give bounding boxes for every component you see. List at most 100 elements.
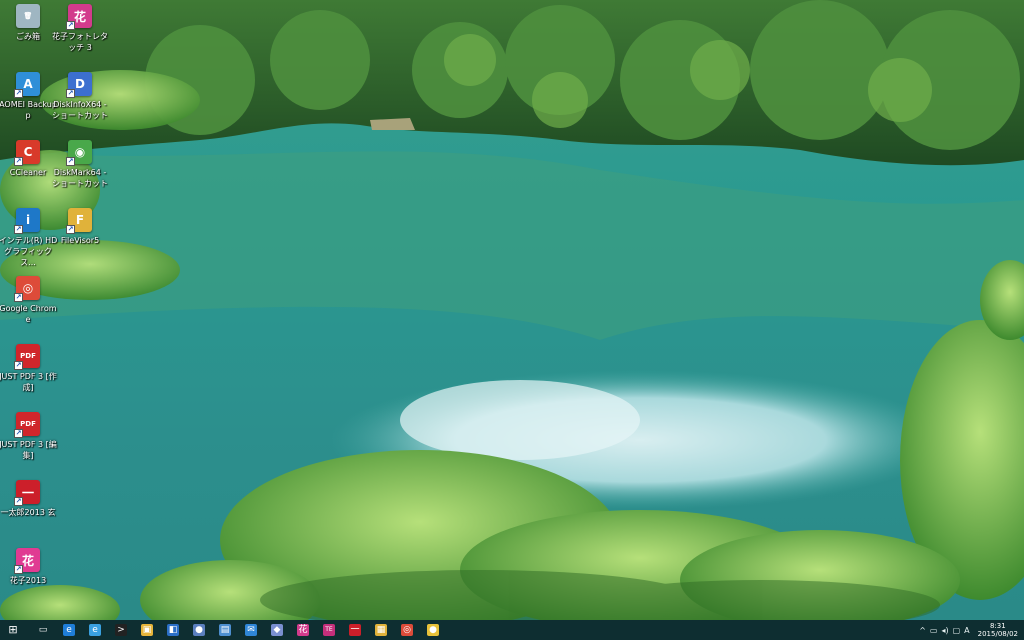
taskbar-app-13-button[interactable]: 一 bbox=[342, 620, 368, 640]
app-icon: D ↗ bbox=[66, 72, 92, 98]
desktop-icon[interactable]: D ↗ DiskInfoX64 - ショートカット bbox=[52, 72, 108, 121]
shortcut-arrow-icon: ↗ bbox=[14, 89, 23, 98]
taskbar: ⊞ ▭ e e > ▣ ◧ ● ▤ ✉ ◆ 花 TE 一 ▦ ◎ ● ^ ▭ ◂) ▢ A 8:31 2015… bbox=[0, 620, 1024, 640]
wallpaper-lake-scene bbox=[0, 0, 1024, 620]
taskbar-edge-button[interactable]: e bbox=[56, 620, 82, 640]
shortcut-arrow-icon: ↗ bbox=[14, 293, 23, 302]
taskbar-chrome-button[interactable]: ◎ bbox=[394, 620, 420, 640]
taskbar-app-10-button[interactable]: ◆ bbox=[264, 620, 290, 640]
desktop-icon[interactable]: 花 ↗ 花子フォトレタッチ 3 bbox=[52, 4, 108, 53]
app-icon-glyph: A bbox=[23, 77, 33, 91]
app-icon: F ↗ bbox=[66, 208, 92, 234]
taskbar-app-7-button[interactable]: ● bbox=[186, 620, 212, 640]
app-icon-glyph: C bbox=[23, 145, 33, 159]
taskbar-pinned-apps: ▭ e e > ▣ ◧ ● ▤ ✉ ◆ 花 TE 一 ▦ ◎ ● bbox=[30, 620, 446, 640]
shortcut-arrow-icon: ↗ bbox=[14, 361, 23, 370]
volume-icon[interactable]: ◂) bbox=[941, 626, 948, 635]
desktop-icon-label: JUST PDF 3 [編集] bbox=[0, 440, 57, 460]
desktop-icon-label: DiskMark64 - ショートカット bbox=[52, 168, 108, 188]
desktop-icon[interactable]: PDF ↗ JUST PDF 3 [編集] bbox=[0, 412, 57, 461]
desktop-wallpaper bbox=[0, 0, 1024, 620]
desktop-icon[interactable]: 一 ↗ 一太郎2013 玄 bbox=[0, 480, 56, 518]
app-13-icon: 一 bbox=[349, 624, 361, 636]
app-icon: PDF ↗ bbox=[14, 412, 40, 438]
shortcut-arrow-icon: ↗ bbox=[66, 21, 75, 30]
app-12-icon: TE bbox=[323, 624, 335, 636]
desktop-icon[interactable]: PDF ↗ JUST PDF 3 [作成] bbox=[0, 344, 57, 393]
desktop-icon-label: FileVisor5 bbox=[60, 236, 100, 245]
taskbar-app-14-button[interactable]: ▦ bbox=[368, 620, 394, 640]
desktop-icon[interactable]: ◉ ↗ DiskMark64 - ショートカット bbox=[52, 140, 108, 189]
taskbar-app-16-button[interactable]: ● bbox=[420, 620, 446, 640]
shortcut-arrow-icon: ↗ bbox=[66, 225, 75, 234]
internet-explorer-icon: e bbox=[89, 624, 101, 636]
app-icon-glyph: ◎ bbox=[22, 281, 34, 295]
desktop-icon-label: 花子フォトレタッチ 3 bbox=[52, 32, 108, 52]
app-10-icon: ◆ bbox=[271, 624, 283, 636]
windows-logo-icon: ⊞ bbox=[8, 623, 18, 636]
show-hidden-icons-chevron-icon[interactable]: ^ bbox=[919, 626, 926, 635]
desktop-icon[interactable]: C ↗ CCleaner bbox=[0, 140, 56, 178]
desktop-icon-label: DiskInfoX64 - ショートカット bbox=[52, 100, 108, 120]
taskbar-internet-explorer-button[interactable]: e bbox=[82, 620, 108, 640]
app-icon: PDF ↗ bbox=[14, 344, 40, 370]
app-16-icon: ● bbox=[427, 624, 439, 636]
taskbar-mail-button[interactable]: ✉ bbox=[238, 620, 264, 640]
taskbar-file-explorer-button[interactable]: ▣ bbox=[134, 620, 160, 640]
app-11-icon: 花 bbox=[297, 624, 309, 636]
app-icon-glyph: PDF bbox=[20, 352, 36, 360]
app-icon: 🗑 bbox=[16, 4, 40, 28]
desktop-icon-label: Google Chrome bbox=[0, 304, 57, 324]
app-icon: A ↗ bbox=[14, 72, 40, 98]
app-icon-glyph: D bbox=[75, 77, 85, 91]
taskbar-store-button[interactable]: ◧ bbox=[160, 620, 186, 640]
ime-indicator[interactable]: A bbox=[964, 626, 969, 635]
store-icon: ◧ bbox=[167, 624, 179, 636]
shortcut-arrow-icon: ↗ bbox=[66, 157, 75, 166]
file-explorer-icon: ▣ bbox=[141, 624, 153, 636]
taskbar-command-prompt-button[interactable]: > bbox=[108, 620, 134, 640]
app-icon-glyph: 🗑 bbox=[23, 12, 33, 20]
command-prompt-icon: > bbox=[115, 624, 127, 636]
desktop-icon[interactable]: 花 ↗ 花子2013 bbox=[0, 548, 56, 586]
shortcut-arrow-icon: ↗ bbox=[14, 565, 23, 574]
chrome-icon: ◎ bbox=[401, 624, 413, 636]
app-icon: 花 ↗ bbox=[66, 4, 92, 30]
desktop-icon[interactable]: F ↗ FileVisor5 bbox=[52, 208, 108, 246]
app-icon-glyph: ◉ bbox=[74, 145, 86, 159]
app-icon: ◎ ↗ bbox=[14, 276, 40, 302]
clock-time: 8:31 bbox=[989, 622, 1006, 630]
shortcut-arrow-icon: ↗ bbox=[14, 225, 23, 234]
taskbar-app-12-button[interactable]: TE bbox=[316, 620, 342, 640]
edge-icon: e bbox=[63, 624, 75, 636]
clock[interactable]: 8:31 2015/08/02 bbox=[978, 622, 1018, 638]
app-icon: 花 ↗ bbox=[14, 548, 40, 574]
desktop-icon[interactable]: A ↗ AOMEI Backupp bbox=[0, 72, 57, 121]
shortcut-arrow-icon: ↗ bbox=[14, 157, 23, 166]
desktop-icon[interactable]: i ↗ インテル(R) HD グラフィックス... bbox=[0, 208, 57, 268]
app-icon-glyph: 一 bbox=[21, 485, 34, 500]
app-icon-glyph: F bbox=[75, 213, 85, 227]
desktop-icon[interactable]: 🗑 ごみ箱 bbox=[0, 4, 56, 42]
clock-date: 2015/08/02 bbox=[977, 630, 1018, 638]
action-center-icon[interactable]: ▢ bbox=[953, 626, 961, 635]
shortcut-arrow-icon: ↗ bbox=[14, 497, 23, 506]
taskbar-task-view-button[interactable]: ▭ bbox=[30, 620, 56, 640]
system-tray: ^ ▭ ◂) ▢ A 8:31 2015/08/02 bbox=[919, 620, 1024, 640]
taskbar-app-11-button[interactable]: 花 bbox=[290, 620, 316, 640]
desktop-icon-label: JUST PDF 3 [作成] bbox=[0, 372, 57, 392]
shortcut-arrow-icon: ↗ bbox=[14, 429, 23, 438]
app-7-icon: ● bbox=[193, 624, 205, 636]
app-icon-glyph: 花 bbox=[21, 553, 34, 568]
start-button[interactable]: ⊞ bbox=[0, 620, 26, 640]
app-icon: i ↗ bbox=[14, 208, 40, 234]
desktop-icon[interactable]: ◎ ↗ Google Chrome bbox=[0, 276, 57, 325]
app-icon-glyph: PDF bbox=[20, 420, 36, 428]
app-icon: ◉ ↗ bbox=[66, 140, 92, 166]
desktop-icon-label: 花子2013 bbox=[9, 576, 47, 585]
app-icon-glyph: i bbox=[25, 213, 31, 227]
app-14-icon: ▦ bbox=[375, 624, 387, 636]
taskbar-app-8-button[interactable]: ▤ bbox=[212, 620, 238, 640]
network-icon[interactable]: ▭ bbox=[930, 626, 938, 635]
app-icon: C ↗ bbox=[14, 140, 40, 166]
